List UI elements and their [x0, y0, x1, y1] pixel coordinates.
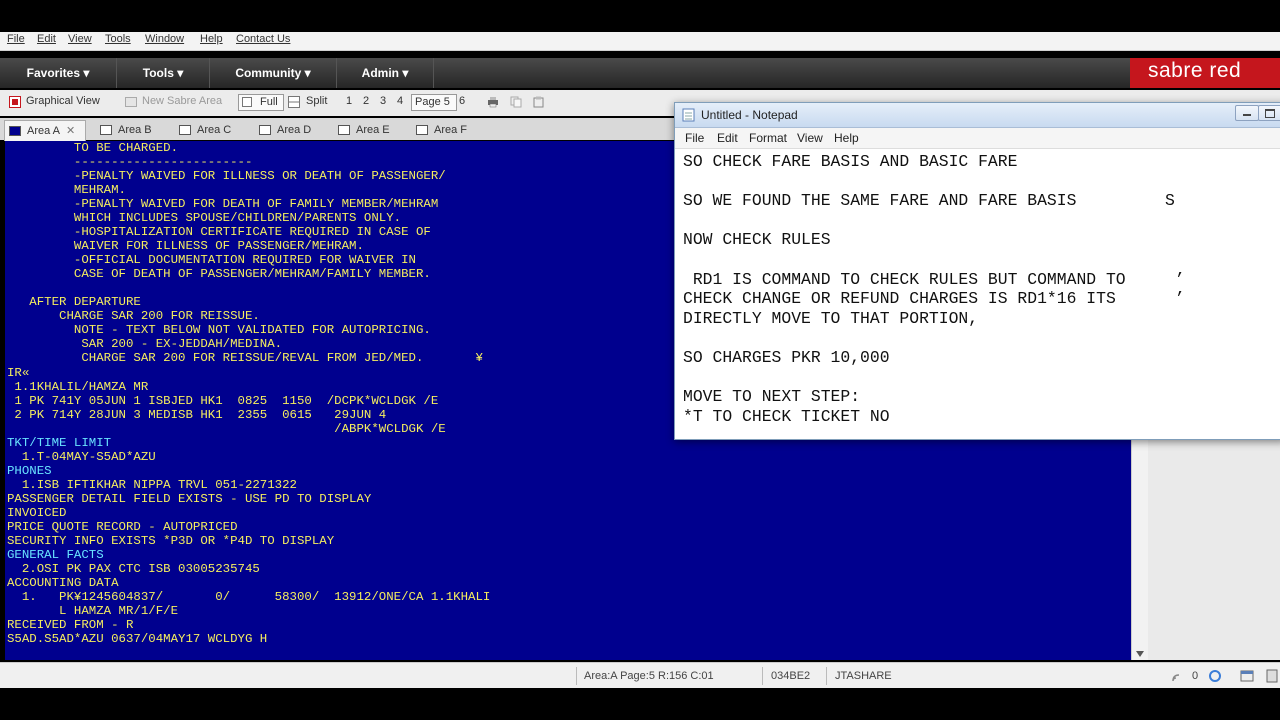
cursor-position: Area:A Page:5 R:156 C:01	[584, 670, 714, 682]
tab-label: Area A	[27, 125, 61, 137]
terminal-line: PHONES	[7, 463, 52, 478]
signal-icon	[1172, 674, 1180, 682]
maximize-button[interactable]	[1258, 105, 1280, 121]
nav-community[interactable]: Community ▾	[210, 58, 337, 88]
page-6-button[interactable]: 6	[459, 95, 465, 107]
share-name: JTASHARE	[835, 670, 892, 682]
notepad-window[interactable]: Untitled - Notepad File Edit Format View…	[674, 102, 1280, 440]
new-sabre-area-button[interactable]: New Sabre Area	[142, 95, 222, 107]
notepad-menu-edit[interactable]: Edit	[717, 131, 738, 145]
page-4-button[interactable]: 4	[397, 95, 403, 107]
print-icon[interactable]	[487, 96, 499, 108]
terminal-line: S5AD.S5AD*AZU 0637/04MAY17 WCLDYG H	[7, 632, 268, 647]
terminal-line: INVOICED	[7, 505, 67, 520]
maximize-icon	[1265, 109, 1275, 118]
menu-tools[interactable]: Tools	[105, 33, 131, 45]
menu-help[interactable]: Help	[200, 33, 223, 45]
refresh-icon[interactable]	[1208, 669, 1222, 683]
tab-label: Area B	[118, 124, 152, 136]
notepad-menu-bar: File Edit Format View Help	[675, 128, 1280, 149]
scroll-down-icon[interactable]	[1136, 651, 1144, 657]
notepad-titlebar[interactable]: Untitled - Notepad	[675, 103, 1280, 128]
terminal-icon	[9, 126, 21, 136]
tab-label: Area E	[356, 124, 390, 136]
terminal-icon	[338, 125, 350, 135]
terminal-line: 1. PK¥1245604837/ 0/ 58300/ 13912/ONE/CA…	[7, 590, 491, 604]
notepad-text-area[interactable]: SO CHECK FARE BASIS AND BASIC FARE SO WE…	[683, 152, 1280, 438]
tray-icon[interactable]	[1266, 669, 1278, 683]
full-button[interactable]: Full	[238, 94, 284, 111]
terminal-icon	[259, 125, 271, 135]
graphical-view-icon	[9, 96, 21, 108]
paste-icon[interactable]	[533, 96, 545, 108]
top-black-band	[0, 0, 1280, 32]
nav-admin[interactable]: Admin ▾	[337, 58, 434, 88]
bottom-black-band	[0, 688, 1280, 720]
full-label: Full	[260, 96, 278, 108]
page-5-label: Page 5	[415, 96, 450, 108]
page-2-button[interactable]: 2	[363, 95, 369, 107]
sabre-red-logo: sabre red	[1130, 58, 1280, 88]
tab-label: Area D	[277, 124, 312, 136]
terminal-line: L HAMZA MR/1/F/E	[7, 604, 179, 619]
side-panel	[1148, 440, 1280, 660]
nav-favorites[interactable]: Favorites ▾	[0, 58, 117, 88]
page-3-button[interactable]: 3	[380, 95, 386, 107]
terminal-line: GENERAL FACTS	[7, 547, 104, 562]
new-area-icon	[125, 97, 137, 107]
menu-bar: File Edit View Tools Window Help Contact…	[0, 32, 1280, 51]
terminal-line: ACCOUNTING DATA	[7, 575, 119, 590]
copy-icon[interactable]	[510, 96, 522, 108]
menu-window[interactable]: Window	[145, 33, 184, 45]
close-icon[interactable]: ✕	[66, 121, 75, 141]
menu-view[interactable]: View	[68, 33, 92, 45]
divider	[576, 667, 577, 685]
notepad-title: Untitled - Notepad	[701, 108, 798, 122]
pcc-code: 034BE2	[771, 670, 811, 682]
terminal-icon	[179, 125, 191, 135]
minimize-icon	[1243, 114, 1251, 116]
terminal-line: 1.T-04MAY-S5AD*AZU	[7, 449, 156, 464]
notification-count: 0	[1192, 670, 1199, 682]
menu-edit[interactable]: Edit	[37, 33, 56, 45]
page-5-button[interactable]: Page 5	[411, 94, 457, 111]
page-1-button[interactable]: 1	[346, 95, 352, 107]
divider	[762, 667, 763, 685]
notepad-icon	[682, 108, 695, 122]
main-nav-bar: Favorites ▾ Tools ▾ Community ▾ Admin ▾ …	[0, 58, 1280, 88]
window-icon[interactable]	[1240, 669, 1254, 683]
terminal-line: 2.OSI PK PAX CTC ISB 03005235745	[7, 561, 260, 576]
tab-area-a[interactable]: Area A ✕	[4, 120, 86, 141]
nav-tools[interactable]: Tools ▾	[117, 58, 210, 88]
minimize-button[interactable]	[1235, 105, 1259, 121]
menu-file[interactable]: File	[7, 33, 25, 45]
terminal-icon	[100, 125, 112, 135]
terminal-line: SECURITY INFO EXISTS *P3D OR *P4D TO DIS…	[7, 533, 335, 548]
tab-label: Area F	[434, 124, 468, 136]
terminal-line: 1.ISB IFTIKHAR NIPPA TRVL 051-2271322	[7, 477, 297, 492]
notepad-menu-format[interactable]: Format	[749, 131, 787, 145]
notepad-menu-help[interactable]: Help	[834, 131, 859, 145]
notepad-menu-file[interactable]: File	[685, 131, 704, 145]
divider	[826, 667, 827, 685]
status-bar: Area:A Page:5 R:156 C:01 034BE2 JTASHARE…	[0, 662, 1280, 689]
terminal-line: RECEIVED FROM - R	[7, 618, 134, 633]
terminal-line: PRICE QUOTE RECORD - AUTOPRICED	[7, 519, 238, 534]
split-icon	[288, 96, 300, 108]
menu-contact-us[interactable]: Contact Us	[236, 33, 290, 45]
split-button[interactable]: Split	[306, 95, 327, 107]
terminal-line: PASSENGER DETAIL FIELD EXISTS - USE PD T…	[7, 491, 372, 506]
tab-label: Area C	[197, 124, 232, 136]
notepad-menu-view[interactable]: View	[797, 131, 823, 145]
full-icon	[242, 97, 252, 107]
graphical-view-button[interactable]: Graphical View	[26, 95, 100, 107]
terminal-icon	[416, 125, 428, 135]
notepad-content: SO CHECK FARE BASIS AND BASIC FARE SO WE…	[683, 152, 1185, 426]
area-tabs: Area A ✕ Area B Area C Area D Area E Are…	[0, 118, 680, 141]
